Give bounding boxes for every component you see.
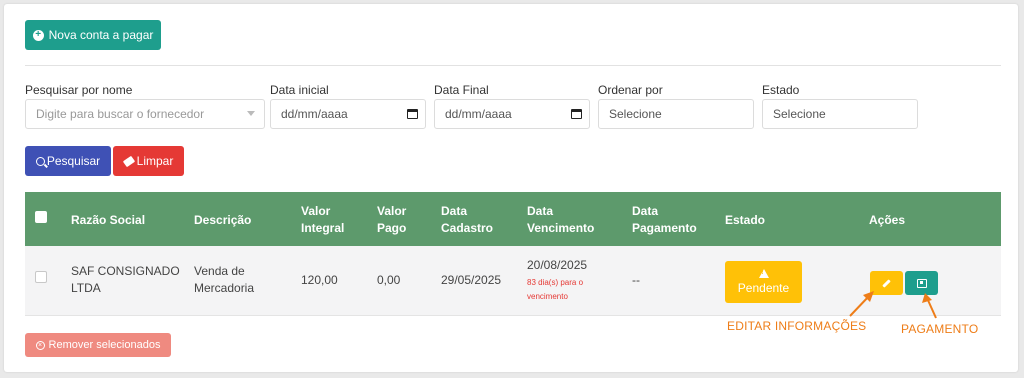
end-date-label: Data Final xyxy=(434,83,489,97)
due-countdown-note: 83 dia(s) para o vencimento xyxy=(527,276,583,304)
col-data-pagamento: Data Pagamento xyxy=(632,203,697,237)
new-account-button[interactable]: + Nova conta a pagar xyxy=(25,20,161,50)
cell-descricao-l2: Mercadoria xyxy=(194,281,255,295)
edit-button[interactable] xyxy=(870,271,903,295)
clear-button[interactable]: Limpar xyxy=(113,146,184,176)
col-valor-integral: Valor Integral xyxy=(301,203,344,237)
accounts-payable-card: + Nova conta a pagar Pesquisar por nome … xyxy=(4,4,1018,372)
cell-valor-integral: 120,00 xyxy=(301,273,338,287)
col-data-vencimento: Data Vencimento xyxy=(527,203,594,237)
col-data-vencimento-l1: Data xyxy=(527,204,554,218)
divider xyxy=(25,65,1001,66)
start-date-input[interactable]: dd/mm/aaaa xyxy=(270,99,426,129)
status-badge: Pendente xyxy=(725,261,802,303)
order-by-select[interactable]: Selecione xyxy=(598,99,754,129)
cell-data-pagamento: -- xyxy=(632,273,640,287)
new-account-label: Nova conta a pagar xyxy=(48,28,154,42)
due-note-l1: 83 dia(s) para o xyxy=(527,278,584,287)
col-data-pagamento-l1: Data xyxy=(632,204,659,218)
search-icon xyxy=(35,156,45,166)
supplier-search-placeholder: Digite para buscar o fornecedor xyxy=(36,107,205,121)
start-date-label: Data inicial xyxy=(270,83,329,97)
state-select[interactable]: Selecione xyxy=(762,99,918,129)
payment-button[interactable] xyxy=(905,271,938,295)
cell-razao-social: SAF CONSIGNADO LTDA xyxy=(71,263,180,297)
order-by-label: Ordenar por xyxy=(598,83,663,97)
remove-selected-button[interactable]: × Remover selecionados xyxy=(25,333,171,357)
col-acoes: Ações xyxy=(869,213,906,227)
col-data-cadastro-l2: Cadastro xyxy=(441,221,494,235)
state-label: Estado xyxy=(762,83,800,97)
col-estado: Estado xyxy=(725,213,766,227)
clear-label: Limpar xyxy=(136,154,174,168)
table-row: SAF CONSIGNADO LTDA Venda de Mercadoria … xyxy=(25,246,1001,316)
calendar-icon[interactable] xyxy=(407,109,418,119)
chevron-down-icon xyxy=(247,111,255,116)
state-value: Selecione xyxy=(773,107,826,121)
col-data-pagamento-l2: Pagamento xyxy=(632,221,697,235)
payment-icon xyxy=(916,278,927,288)
col-data-vencimento-l2: Vencimento xyxy=(527,221,595,235)
row-checkbox[interactable] xyxy=(35,271,47,283)
eraser-icon xyxy=(122,155,135,167)
end-date-value: dd/mm/aaaa xyxy=(445,107,512,121)
name-filter-label: Pesquisar por nome xyxy=(25,83,133,97)
supplier-search-select[interactable]: Digite para buscar o fornecedor xyxy=(25,99,265,129)
cell-razao-l2: LTDA xyxy=(71,281,101,295)
due-note-l2: vencimento xyxy=(527,292,568,301)
col-razao-social: Razão Social xyxy=(71,213,146,227)
cell-descricao: Venda de Mercadoria xyxy=(194,263,254,297)
table-header: Razão Social Descrição Valor Integral Va… xyxy=(25,192,1001,246)
col-valor-integral-l1: Valor xyxy=(301,204,331,218)
annotation-arrows xyxy=(849,291,937,319)
warning-icon xyxy=(758,269,769,278)
col-valor-pago-l1: Valor xyxy=(377,204,407,218)
cell-descricao-l1: Venda de xyxy=(194,264,245,278)
col-data-cadastro: Data Cadastro xyxy=(441,203,493,237)
cell-valor-pago: 0,00 xyxy=(377,273,401,287)
col-valor-pago: Valor Pago xyxy=(377,203,406,237)
search-label: Pesquisar xyxy=(46,154,101,168)
order-by-value: Selecione xyxy=(609,107,662,121)
col-valor-integral-l2: Integral xyxy=(301,221,345,235)
remove-selected-label: Remover selecionados xyxy=(48,339,161,351)
select-all-checkbox[interactable] xyxy=(35,211,47,223)
plus-circle-icon: + xyxy=(32,29,44,41)
start-date-value: dd/mm/aaaa xyxy=(281,107,348,121)
edit-annotation: EDITAR INFORMAÇÕES xyxy=(727,319,867,333)
col-data-cadastro-l1: Data xyxy=(441,204,468,218)
search-button[interactable]: Pesquisar xyxy=(25,146,111,176)
payment-annotation: PAGAMENTO xyxy=(901,322,979,336)
col-descricao: Descrição xyxy=(194,213,252,227)
end-date-input[interactable]: dd/mm/aaaa xyxy=(434,99,590,129)
col-valor-pago-l2: Pago xyxy=(377,221,407,235)
x-circle-icon: × xyxy=(35,340,45,350)
calendar-icon[interactable] xyxy=(571,109,582,119)
pencil-icon xyxy=(882,278,891,288)
cell-razao-l1: SAF CONSIGNADO xyxy=(71,264,180,278)
status-badge-label: Pendente xyxy=(737,281,790,295)
cell-data-cadastro: 29/05/2025 xyxy=(441,273,502,287)
cell-data-vencimento: 20/08/2025 xyxy=(527,258,588,272)
